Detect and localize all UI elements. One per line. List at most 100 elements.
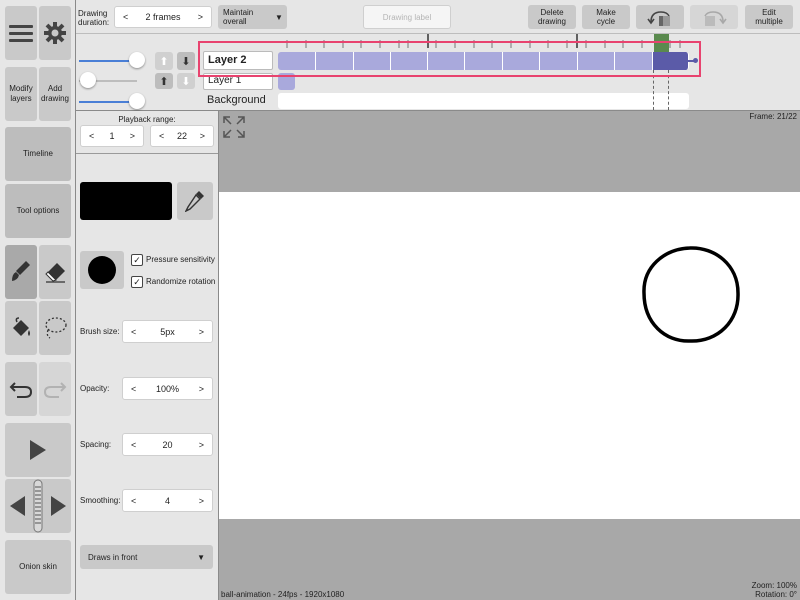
modify-layers-button[interactable]: Modify layers bbox=[5, 67, 37, 121]
menu-button[interactable] bbox=[5, 6, 37, 60]
paint-bucket-icon bbox=[13, 317, 30, 336]
background-frame-cell[interactable] bbox=[278, 93, 689, 109]
ball-stroke bbox=[642, 246, 740, 343]
brush-size-label: Brush size: bbox=[80, 327, 120, 336]
divider bbox=[76, 153, 218, 154]
tool-options-button[interactable]: Tool options bbox=[5, 184, 71, 238]
chevron-right-icon[interactable]: > bbox=[199, 384, 204, 394]
eyedropper-button[interactable] bbox=[177, 182, 213, 220]
edit-multiple-label: Edit multiple bbox=[755, 8, 783, 26]
move-layer-1-down-button[interactable]: ⬇ bbox=[177, 73, 195, 89]
brush-preview[interactable] bbox=[80, 251, 124, 289]
delete-drawing-button[interactable]: Delete drawing bbox=[528, 5, 576, 29]
chevron-right-icon[interactable]: > bbox=[200, 131, 205, 141]
smoothing-value: 4 bbox=[164, 495, 170, 506]
project-info: ball-animation - 24fps - 1920x1080 bbox=[221, 590, 345, 599]
maintain-dropdown[interactable]: Maintain overall ▼ bbox=[218, 5, 287, 29]
chevron-right-icon[interactable]: > bbox=[199, 327, 204, 337]
drawing-label-input[interactable]: Drawing label bbox=[363, 5, 451, 29]
background-label: Background bbox=[207, 94, 266, 106]
opacity-stepper[interactable]: < 100% > bbox=[122, 377, 213, 400]
fill-tool-button[interactable] bbox=[5, 301, 37, 355]
lasso-icon bbox=[45, 317, 67, 339]
lasso-tool-button[interactable] bbox=[39, 301, 71, 355]
chevron-right-icon[interactable]: > bbox=[130, 131, 135, 141]
fullscreen-button[interactable] bbox=[222, 115, 246, 139]
brush-dot-icon bbox=[88, 256, 116, 284]
arrow-down-icon: ⬇ bbox=[181, 75, 191, 88]
settings-button[interactable] bbox=[39, 6, 71, 60]
randomize-rotation-label: Randomize rotation bbox=[146, 277, 216, 286]
edit-multiple-button[interactable]: Edit multiple bbox=[745, 5, 793, 29]
opacity-value: 100% bbox=[155, 383, 180, 394]
rotation-readout: Rotation: 0° bbox=[755, 590, 797, 599]
move-layer-1-up-button[interactable]: ⬆ bbox=[155, 73, 173, 89]
modify-layers-label: Modify layers bbox=[9, 84, 33, 103]
play-button[interactable] bbox=[5, 423, 71, 477]
drawing-duration-label: Drawing duration: bbox=[78, 9, 110, 27]
layer-2-highlight-box bbox=[198, 41, 701, 77]
playback-end-stepper[interactable]: < 22 > bbox=[150, 125, 214, 147]
pressure-sensitivity-checkbox[interactable]: ✓ bbox=[131, 254, 143, 266]
move-layer-down-button[interactable]: ⬇ bbox=[177, 52, 195, 70]
eyedropper-icon bbox=[185, 191, 204, 212]
brush-tool-button[interactable] bbox=[5, 245, 37, 299]
chevron-right-icon[interactable]: > bbox=[198, 12, 203, 22]
redo-button[interactable] bbox=[39, 362, 71, 416]
playback-end-value: 22 bbox=[176, 131, 187, 141]
frame-scrubber[interactable] bbox=[5, 479, 71, 533]
layer-2-slider-knob[interactable] bbox=[129, 52, 145, 68]
onion-skin-label: Onion skin bbox=[19, 562, 57, 571]
draws-in-front-dropdown[interactable]: Draws in front ▼ bbox=[80, 545, 213, 569]
duration-stepper[interactable]: < 2 frames > bbox=[114, 6, 212, 28]
chevron-left-icon[interactable]: < bbox=[131, 327, 136, 337]
chevron-left-icon[interactable]: < bbox=[131, 496, 136, 506]
eraser-icon bbox=[45, 263, 65, 283]
undo-button[interactable] bbox=[5, 362, 37, 416]
layer-1-slider-knob[interactable] bbox=[80, 72, 96, 88]
chevron-right-icon[interactable]: > bbox=[199, 496, 204, 506]
arrow-up-icon: ⬆ bbox=[159, 75, 169, 88]
smoothing-stepper[interactable]: < 4 > bbox=[122, 489, 213, 512]
add-drawing-label: Add drawing bbox=[40, 84, 69, 103]
layer-name-background[interactable]: Background bbox=[203, 93, 273, 110]
frame-scrubber-icon bbox=[10, 479, 66, 533]
drawn-ball bbox=[640, 243, 742, 345]
arrow-up-icon: ⬆ bbox=[159, 55, 169, 68]
spacing-stepper[interactable]: < 20 > bbox=[122, 433, 213, 456]
color-swatch[interactable] bbox=[80, 182, 172, 220]
drawing-label-placeholder: Drawing label bbox=[382, 12, 432, 22]
chevron-left-icon[interactable]: < bbox=[123, 12, 128, 22]
cycle-right-icon bbox=[704, 11, 727, 26]
spacing-value: 20 bbox=[162, 439, 173, 450]
randomize-rotation-checkbox[interactable]: ✓ bbox=[131, 276, 143, 288]
make-cycle-label: Make cycle bbox=[596, 8, 616, 26]
eraser-tool-button[interactable] bbox=[39, 245, 71, 299]
duration-value: 2 frames bbox=[145, 12, 181, 22]
add-drawing-button[interactable]: Add drawing bbox=[39, 67, 71, 121]
delete-drawing-label: Delete drawing bbox=[537, 8, 566, 26]
maintain-label: Maintain overall bbox=[223, 8, 254, 26]
brush-size-value: 5px bbox=[160, 326, 175, 337]
brush-icon bbox=[12, 261, 30, 281]
chevron-left-icon[interactable]: < bbox=[131, 440, 136, 450]
timeline-button[interactable]: Timeline bbox=[5, 127, 71, 181]
chevron-left-icon[interactable]: < bbox=[159, 131, 164, 141]
playback-start-stepper[interactable]: < 1 > bbox=[80, 125, 144, 147]
make-cycle-button[interactable]: Make cycle bbox=[582, 5, 630, 29]
cycle-right-button[interactable] bbox=[690, 5, 738, 29]
timeline-label: Timeline bbox=[23, 149, 53, 158]
chevron-left-icon[interactable]: < bbox=[89, 131, 94, 141]
tool-options-label: Tool options bbox=[16, 206, 60, 215]
background-slider-knob[interactable] bbox=[129, 93, 145, 109]
chevron-left-icon[interactable]: < bbox=[131, 384, 136, 394]
expand-icon bbox=[223, 116, 245, 138]
cycle-left-button[interactable] bbox=[636, 5, 684, 29]
play-icon bbox=[30, 440, 46, 460]
onion-skin-button[interactable]: Onion skin bbox=[5, 540, 71, 594]
drawing-canvas[interactable] bbox=[219, 192, 800, 519]
move-layer-up-button[interactable]: ⬆ bbox=[155, 52, 173, 70]
chevron-right-icon[interactable]: > bbox=[199, 440, 204, 450]
arrow-down-icon: ⬇ bbox=[181, 55, 191, 68]
brush-size-stepper[interactable]: < 5px > bbox=[122, 320, 213, 343]
